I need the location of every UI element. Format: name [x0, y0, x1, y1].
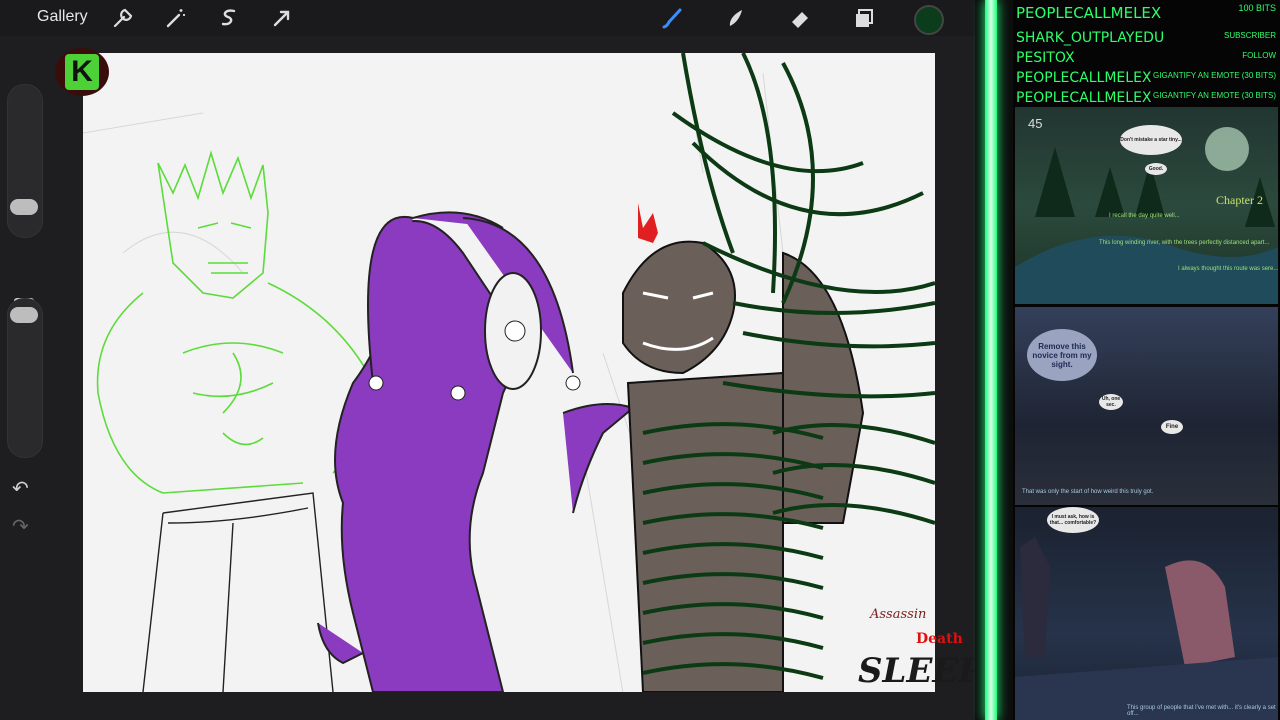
event-action: SUBSCRIBER	[1223, 31, 1276, 40]
wrapped-figure	[622, 203, 865, 692]
comic-panel-2: Remove this novice from my sight. Uh, on…	[1015, 307, 1278, 505]
drawing-canvas[interactable]	[83, 53, 935, 692]
event-name: PEOPLECALLMELEX	[1016, 4, 1162, 22]
narration: I always thought this route was sere...	[1178, 266, 1279, 272]
speech-bubble: Fine	[1161, 420, 1183, 434]
top-toolbar: Gallery	[0, 0, 975, 36]
eraser-icon[interactable]	[788, 6, 812, 30]
narration: I recall the day quite well...	[1109, 213, 1180, 219]
event-action: GIGANTIFY AN EMOTE (30 BITS)	[1153, 91, 1276, 100]
event-name: SHARK_OUTPLAYEDU	[1016, 30, 1165, 46]
event-action: FOLLOW	[1242, 51, 1276, 60]
event-action: 100 BITS	[1238, 3, 1276, 13]
glowing-divider	[975, 0, 1013, 720]
brush-size-slider[interactable]	[7, 84, 43, 238]
narration: That was only the start of how weird thi…	[1022, 489, 1154, 495]
color-picker-swatch[interactable]	[914, 5, 944, 35]
narration: This long winding river, with the trees …	[1099, 240, 1270, 246]
redo-icon[interactable]: ↷	[12, 514, 29, 539]
layers-icon[interactable]	[852, 6, 876, 30]
magic-wand-icon[interactable]	[164, 6, 188, 30]
pants-outline	[142, 492, 334, 692]
opacity-thumb[interactable]	[10, 307, 38, 323]
artwork	[83, 53, 935, 692]
comic-panel-3: I must ask, how is that... comfortable? …	[1015, 507, 1278, 720]
narration: This group of people that I've met with.…	[1127, 705, 1276, 717]
transform-arrow-icon[interactable]	[270, 6, 294, 30]
gallery-button[interactable]: Gallery	[37, 8, 88, 26]
speech-bubble: Uh, one sec.	[1099, 394, 1123, 410]
chapter-title: Chapter 2	[1216, 193, 1263, 207]
event-name: PESITOX	[1016, 50, 1075, 66]
smudge-icon[interactable]	[724, 6, 748, 30]
event-action: GIGANTIFY AN EMOTE (30 BITS)	[1153, 71, 1276, 80]
speech-bubble: Good.	[1145, 163, 1167, 175]
brush-icon[interactable]	[661, 6, 685, 30]
wrench-icon[interactable]	[111, 6, 135, 30]
green-sketch-figure	[96, 150, 370, 494]
opacity-slider[interactable]	[7, 298, 43, 458]
undo-icon[interactable]: ↶	[12, 476, 29, 501]
brush-size-thumb[interactable]	[10, 199, 38, 215]
page-number: 45	[1028, 116, 1043, 131]
left-sidebar: ↶ ↷	[0, 36, 48, 556]
event-name: PEOPLECALLMELEX	[1016, 70, 1152, 86]
event-name: PEOPLECALLMELEX	[1016, 90, 1152, 106]
watermark-logo: Assassin Death SLEEP	[858, 607, 984, 691]
speech-bubble: Don't mistake a star tiny...	[1120, 125, 1182, 155]
selection-icon[interactable]	[217, 6, 241, 30]
streamer-logo: K	[55, 48, 109, 96]
speech-bubble: Remove this novice from my sight.	[1027, 329, 1097, 381]
purple-jester-figure	[317, 211, 636, 692]
